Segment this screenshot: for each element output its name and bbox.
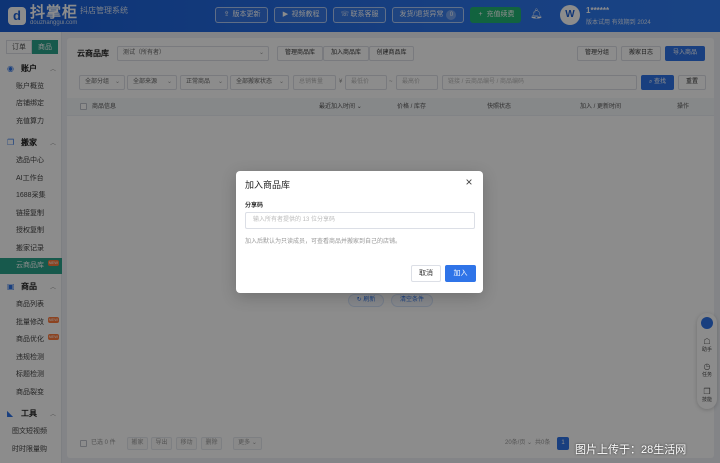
share-code-label: 分享码 bbox=[245, 203, 264, 209]
close-icon[interactable]: × bbox=[463, 175, 475, 189]
dialog-hint: 加入后默认为只读成员，可查看商品并搬家到自己的店铺。 bbox=[245, 239, 402, 245]
share-code-input[interactable]: 输入所有者提供的 13 位分享码 bbox=[245, 212, 475, 229]
join-library-dialog: 加入商品库 × 分享码 输入所有者提供的 13 位分享码 加入后默认为只读成员，… bbox=[236, 171, 483, 293]
dialog-title: 加入商品库 bbox=[245, 180, 291, 190]
cancel-button[interactable]: 取消 bbox=[411, 265, 441, 282]
join-button[interactable]: 加入 bbox=[445, 265, 476, 282]
upload-watermark: 图片上传于：28生活网 bbox=[575, 444, 687, 456]
